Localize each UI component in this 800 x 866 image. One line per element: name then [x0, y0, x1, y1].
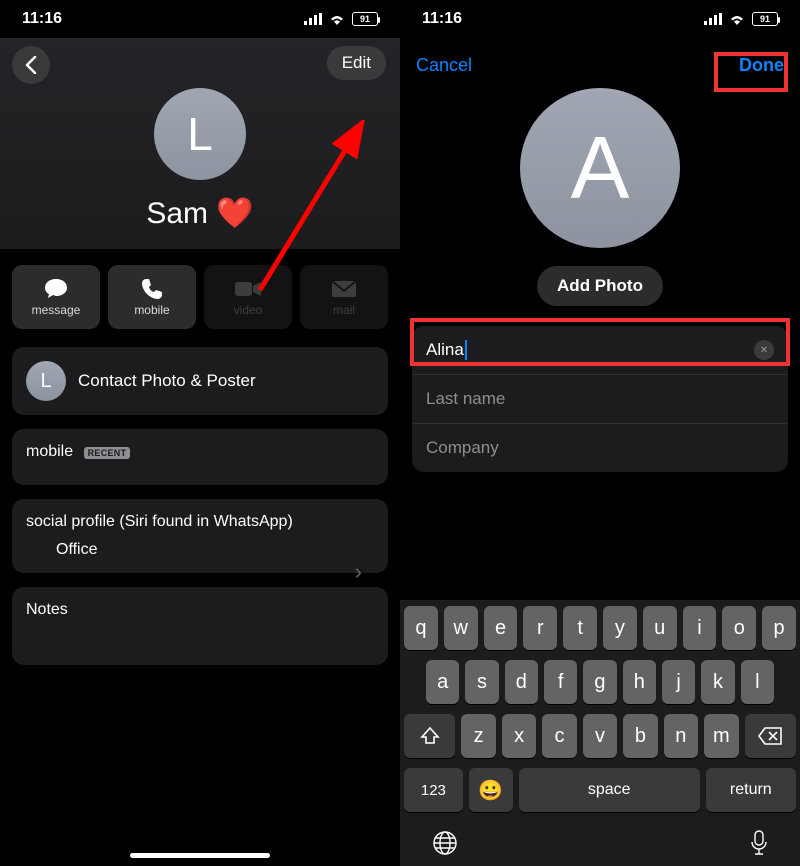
key-r[interactable]: r	[523, 606, 557, 650]
video-label: video	[234, 303, 263, 317]
key-c[interactable]: c	[542, 714, 576, 758]
chevron-right-icon: ›	[355, 559, 362, 585]
video-icon	[235, 278, 261, 300]
space-key[interactable]: space	[519, 768, 700, 812]
recent-badge: RECENT	[84, 447, 131, 459]
name-fields-card: Alina ✕ Last name Company	[412, 326, 788, 472]
chevron-left-icon	[25, 56, 37, 74]
company-placeholder: Company	[426, 438, 499, 458]
message-button[interactable]: message	[12, 265, 100, 329]
key-z[interactable]: z	[461, 714, 495, 758]
key-h[interactable]: h	[623, 660, 656, 704]
key-k[interactable]: k	[701, 660, 734, 704]
emoji-icon: 😀	[478, 778, 503, 803]
key-q[interactable]: q	[404, 606, 438, 650]
mail-button: mail	[300, 265, 388, 329]
notes-label: Notes	[26, 601, 374, 619]
phone-icon	[141, 278, 163, 300]
key-f[interactable]: f	[544, 660, 577, 704]
mail-label: mail	[333, 303, 355, 317]
mobile-label: mobile	[26, 443, 73, 460]
key-i[interactable]: i	[683, 606, 717, 650]
call-button[interactable]: mobile	[108, 265, 196, 329]
battery-icon: 91	[352, 12, 378, 26]
emoji-key[interactable]: 😀	[469, 768, 513, 812]
annotation-done-highlight	[714, 52, 788, 92]
dictation-key[interactable]	[750, 830, 768, 856]
key-x[interactable]: x	[502, 714, 536, 758]
key-t[interactable]: t	[563, 606, 597, 650]
call-label: mobile	[134, 303, 169, 317]
mic-icon	[750, 830, 768, 856]
back-button[interactable]	[12, 46, 50, 84]
key-y[interactable]: y	[603, 606, 637, 650]
notes-card[interactable]: Notes	[12, 587, 388, 665]
mail-icon	[332, 278, 356, 300]
key-j[interactable]: j	[662, 660, 695, 704]
key-w[interactable]: w	[444, 606, 478, 650]
mode-key[interactable]: 123	[404, 768, 463, 812]
cancel-button[interactable]: Cancel	[416, 55, 472, 76]
social-profile-value: Office	[56, 541, 374, 559]
status-time: 11:16	[22, 10, 62, 28]
key-o[interactable]: o	[722, 606, 756, 650]
contact-name: Sam ❤️	[12, 196, 388, 231]
status-time: 11:16	[422, 10, 462, 28]
key-e[interactable]: e	[484, 606, 518, 650]
key-b[interactable]: b	[623, 714, 657, 758]
last-name-placeholder: Last name	[426, 389, 505, 409]
keyboard: qwertyuiop asdfghjkl zxcvbnm 123 😀 space…	[400, 600, 800, 866]
last-name-field[interactable]: Last name	[412, 375, 788, 424]
edit-avatar[interactable]: A	[520, 88, 680, 248]
key-s[interactable]: s	[465, 660, 498, 704]
key-v[interactable]: v	[583, 714, 617, 758]
message-icon	[44, 278, 68, 300]
key-m[interactable]: m	[704, 714, 738, 758]
key-p[interactable]: p	[762, 606, 796, 650]
signal-icon	[304, 13, 322, 25]
key-u[interactable]: u	[643, 606, 677, 650]
photo-poster-card[interactable]: L Contact Photo & Poster	[12, 347, 388, 415]
contact-avatar[interactable]: L	[154, 88, 246, 180]
wifi-icon	[728, 13, 746, 25]
status-bar: 11:16 91	[0, 0, 400, 38]
key-n[interactable]: n	[664, 714, 698, 758]
video-button: video	[204, 265, 292, 329]
mobile-card[interactable]: mobile RECENT	[12, 429, 388, 485]
contact-header: Edit L Sam ❤️	[0, 38, 400, 249]
key-a[interactable]: a	[426, 660, 459, 704]
message-label: message	[32, 303, 81, 317]
photo-poster-label: Contact Photo & Poster	[78, 371, 256, 391]
social-profile-card[interactable]: social profile (Siri found in WhatsApp) …	[12, 499, 388, 573]
clear-text-button[interactable]: ✕	[754, 340, 774, 360]
edit-button[interactable]: Edit	[327, 46, 386, 80]
key-g[interactable]: g	[583, 660, 616, 704]
first-name-field[interactable]: Alina ✕	[412, 326, 788, 375]
battery-icon: 91	[752, 12, 778, 26]
key-d[interactable]: d	[505, 660, 538, 704]
shift-key[interactable]	[404, 714, 455, 758]
mini-avatar: L	[26, 361, 66, 401]
shift-icon	[420, 726, 440, 746]
globe-key[interactable]	[432, 830, 458, 856]
company-field[interactable]: Company	[412, 424, 788, 472]
globe-icon	[432, 830, 458, 856]
social-profile-title: social profile (Siri found in WhatsApp)	[26, 513, 374, 531]
first-name-value: Alina	[426, 340, 464, 360]
text-cursor	[465, 340, 467, 360]
return-key[interactable]: return	[706, 768, 796, 812]
home-indicator[interactable]	[130, 853, 270, 858]
contact-actions: message mobile video mail	[0, 249, 400, 333]
signal-icon	[704, 13, 722, 25]
status-bar: 11:16 91	[400, 0, 800, 38]
key-l[interactable]: l	[741, 660, 774, 704]
add-photo-button[interactable]: Add Photo	[537, 266, 663, 306]
backspace-key[interactable]	[745, 714, 796, 758]
wifi-icon	[328, 13, 346, 25]
backspace-icon	[758, 727, 782, 745]
